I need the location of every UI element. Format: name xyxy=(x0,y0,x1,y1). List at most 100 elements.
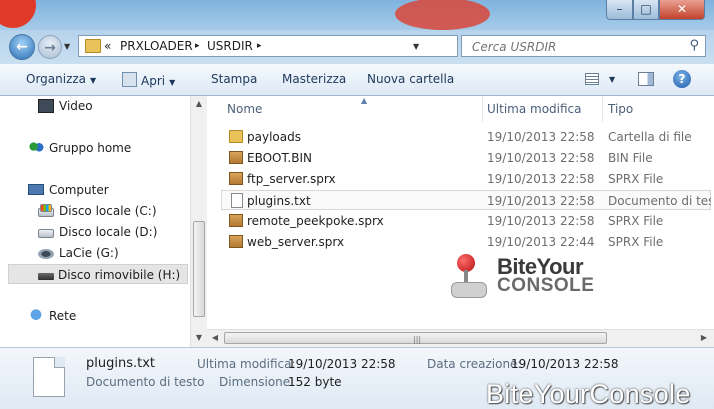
nav-item-label: Rete xyxy=(49,309,77,323)
file-list-horizontal-scrollbar[interactable]: ◀ ||| ▶ xyxy=(207,329,714,347)
nav-item-drive-c[interactable]: Disco locale (C:) xyxy=(38,201,157,221)
removable-drive-icon xyxy=(38,273,54,280)
organize-button[interactable]: Organizza ▼ xyxy=(26,72,96,86)
open-app-icon xyxy=(122,72,137,87)
open-button[interactable]: Apri ▼ xyxy=(122,72,175,88)
chevron-down-icon: ▼ xyxy=(413,42,420,51)
forward-button[interactable]: → xyxy=(38,35,62,59)
details-created-label: Data creazione: xyxy=(427,357,522,371)
breadcrumb-overflow[interactable]: « xyxy=(104,39,111,53)
breadcrumb-separator[interactable]: ▸ xyxy=(195,41,200,51)
nav-item-video[interactable]: Video xyxy=(38,96,93,116)
open-label: Apri xyxy=(141,74,166,88)
preview-pane-icon[interactable] xyxy=(638,72,654,86)
wallpaper-shape xyxy=(395,0,490,30)
back-button[interactable]: ← xyxy=(9,34,35,60)
nav-item-label: Disco locale (D:) xyxy=(59,225,158,239)
nav-item-label: Video xyxy=(59,99,93,113)
nav-item-lacie[interactable]: LaCie (G:) xyxy=(38,243,119,263)
column-header-label: Nome xyxy=(227,102,263,116)
file-row[interactable]: plugins.txt 19/10/2013 22:58 Documento d… xyxy=(221,190,711,210)
folder-icon xyxy=(85,39,101,53)
search-icon[interactable]: ⚲ xyxy=(689,38,699,53)
watermark-text: BiteYourConsole xyxy=(486,379,691,409)
file-row[interactable]: ftp_server.sprx 19/10/2013 22:58 SPRX Fi… xyxy=(221,169,711,189)
folder-icon xyxy=(229,130,243,143)
joystick-base xyxy=(451,282,487,298)
file-row[interactable]: EBOOT.BIN 19/10/2013 22:58 BIN File xyxy=(221,148,711,168)
address-dropdown[interactable]: ▼ xyxy=(413,42,419,51)
nav-item-label: Computer xyxy=(49,183,109,197)
nav-scrollbar[interactable]: ▲ ▼ xyxy=(190,96,207,347)
details-created-value[interactable]: 19/10/2013 22:58 xyxy=(511,357,619,371)
file-row[interactable]: payloads 19/10/2013 22:58 Cartella di fi… xyxy=(221,127,711,147)
file-name: plugins.txt xyxy=(247,194,311,208)
file-type: Cartella di file xyxy=(608,130,692,144)
scroll-down-icon[interactable]: ▼ xyxy=(191,330,207,346)
text-document-icon xyxy=(231,193,243,208)
search-box[interactable]: ⚲ xyxy=(461,35,706,57)
details-size-label: Dimensione: xyxy=(219,375,295,389)
nav-item-computer[interactable]: Computer xyxy=(28,180,109,200)
file-type: SPRX File xyxy=(608,235,664,249)
file-type: SPRX File xyxy=(608,172,664,186)
maximize-button[interactable]: □ xyxy=(633,0,659,20)
nav-item-removable-drive[interactable]: Disco rimovibile (H:) xyxy=(8,264,188,284)
nav-item-label: LaCie (G:) xyxy=(59,246,119,260)
arrow-right-icon: → xyxy=(44,40,56,56)
wallpaper-shape xyxy=(0,0,36,28)
chevron-down-icon[interactable]: ▼ xyxy=(609,75,615,84)
minimize-button[interactable]: – xyxy=(606,0,633,20)
file-modified: 19/10/2013 22:44 xyxy=(487,235,595,249)
close-button[interactable]: ✕ xyxy=(659,0,705,20)
nav-item-drive-d[interactable]: Disco locale (D:) xyxy=(38,222,157,242)
package-icon xyxy=(229,235,243,248)
explorer-window: – □ ✕ ← → ▼ « PRXLOADER ▸ USRDIR ▸ ▼ ⇆ ⚲… xyxy=(0,0,714,409)
file-type: SPRX File xyxy=(608,214,664,228)
breadcrumb-separator[interactable]: ▸ xyxy=(257,41,262,51)
lacie-drive-icon xyxy=(38,249,54,259)
package-icon xyxy=(229,172,243,185)
nav-item-homegroup[interactable]: Gruppo home xyxy=(28,138,131,158)
print-button[interactable]: Stampa xyxy=(211,72,257,86)
details-filename: plugins.txt xyxy=(86,356,155,371)
address-bar[interactable]: « PRXLOADER ▸ USRDIR ▸ ▼ ⇆ xyxy=(78,35,528,57)
details-filetype: Documento di testo xyxy=(86,375,205,389)
scroll-left-icon[interactable]: ◀ xyxy=(207,330,223,346)
command-bar: Organizza ▼ Apri ▼ Stampa Masterizza Nuova… xyxy=(0,64,714,96)
sort-ascending-icon: ▲ xyxy=(361,96,368,105)
file-modified: 19/10/2013 22:58 xyxy=(487,194,595,208)
chevron-down-icon: ▼ xyxy=(169,78,176,87)
column-header-type[interactable]: Tipo xyxy=(603,96,714,122)
details-modified-value[interactable]: 19/10/2013 22:58 xyxy=(288,357,396,371)
biteyourconsole-logo: BiteYour CONSOLE xyxy=(447,250,617,306)
scrollbar-thumb[interactable] xyxy=(193,221,205,317)
scrollbar-thumb[interactable]: ||| xyxy=(224,332,607,344)
text-document-icon xyxy=(33,357,65,397)
column-header-modified[interactable]: Ultima modifica xyxy=(483,96,603,122)
file-modified: 19/10/2013 22:58 xyxy=(487,130,595,144)
nav-item-network[interactable]: Rete xyxy=(28,306,76,326)
scroll-right-icon[interactable]: ▶ xyxy=(696,330,712,346)
column-header-name[interactable]: ▲ Nome xyxy=(221,96,483,122)
windows-logo-icon xyxy=(40,204,52,212)
file-name: ftp_server.sprx xyxy=(247,172,336,186)
help-icon[interactable]: ? xyxy=(673,70,691,88)
file-list: ▲ Nome Ultima modifica Tipo payloads 19/… xyxy=(207,96,714,347)
nav-item-label: Disco rimovibile (H:) xyxy=(58,268,181,282)
burn-button[interactable]: Masterizza xyxy=(282,72,346,86)
file-row[interactable]: web_server.sprx 19/10/2013 22:44 SPRX Fi… xyxy=(221,232,711,252)
file-row[interactable]: remote_peekpoke.sprx 19/10/2013 22:58 SP… xyxy=(221,211,711,231)
homegroup-icon xyxy=(28,141,44,155)
new-folder-button[interactable]: Nuova cartella xyxy=(367,72,454,86)
package-icon xyxy=(229,214,243,227)
file-name: EBOOT.BIN xyxy=(247,151,312,165)
computer-icon xyxy=(28,184,44,195)
recent-pages-dropdown[interactable]: ▼ xyxy=(64,42,70,51)
scroll-up-icon[interactable]: ▲ xyxy=(191,96,207,112)
breadcrumb-prxloader[interactable]: PRXLOADER xyxy=(120,39,193,53)
breadcrumb-usrdir[interactable]: USRDIR xyxy=(207,39,253,53)
grip-icon: ||| xyxy=(413,335,422,344)
view-options-icon[interactable] xyxy=(585,73,599,85)
search-input[interactable] xyxy=(470,37,684,57)
